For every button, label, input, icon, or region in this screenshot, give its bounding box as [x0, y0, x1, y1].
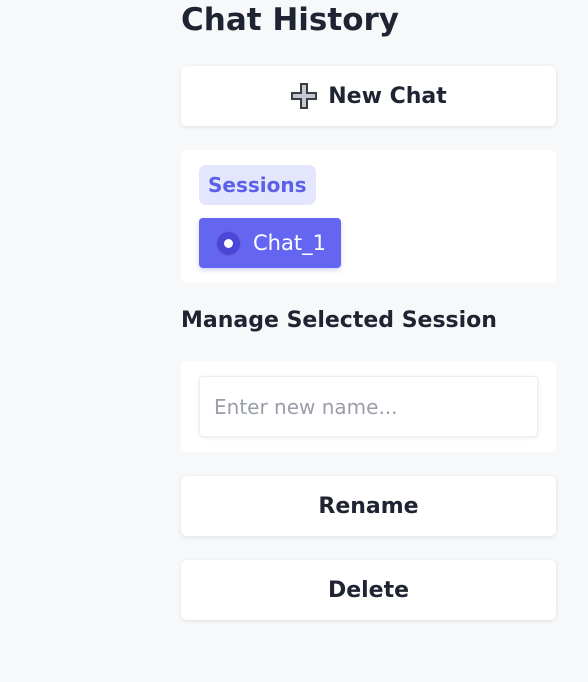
sessions-group: Sessions Chat_1 [181, 150, 556, 283]
rename-input-container [181, 361, 556, 452]
delete-label: Delete [327, 577, 410, 603]
delete-button[interactable]: Delete [181, 560, 556, 620]
new-chat-label: New Chat [328, 83, 447, 109]
manage-session-heading: Manage Selected Session [181, 308, 497, 333]
sessions-label: Sessions [199, 165, 316, 205]
rename-button[interactable]: Rename [181, 476, 556, 536]
rename-label: Rename [318, 493, 419, 519]
plus-icon [290, 82, 318, 110]
session-item-chat-1[interactable]: Chat_1 [199, 218, 341, 268]
new-name-input[interactable] [199, 376, 538, 437]
session-item-label: Chat_1 [253, 231, 326, 255]
page-title: Chat History [181, 2, 399, 38]
new-chat-button[interactable]: New Chat [181, 66, 556, 126]
radio-selected-icon [216, 230, 241, 256]
